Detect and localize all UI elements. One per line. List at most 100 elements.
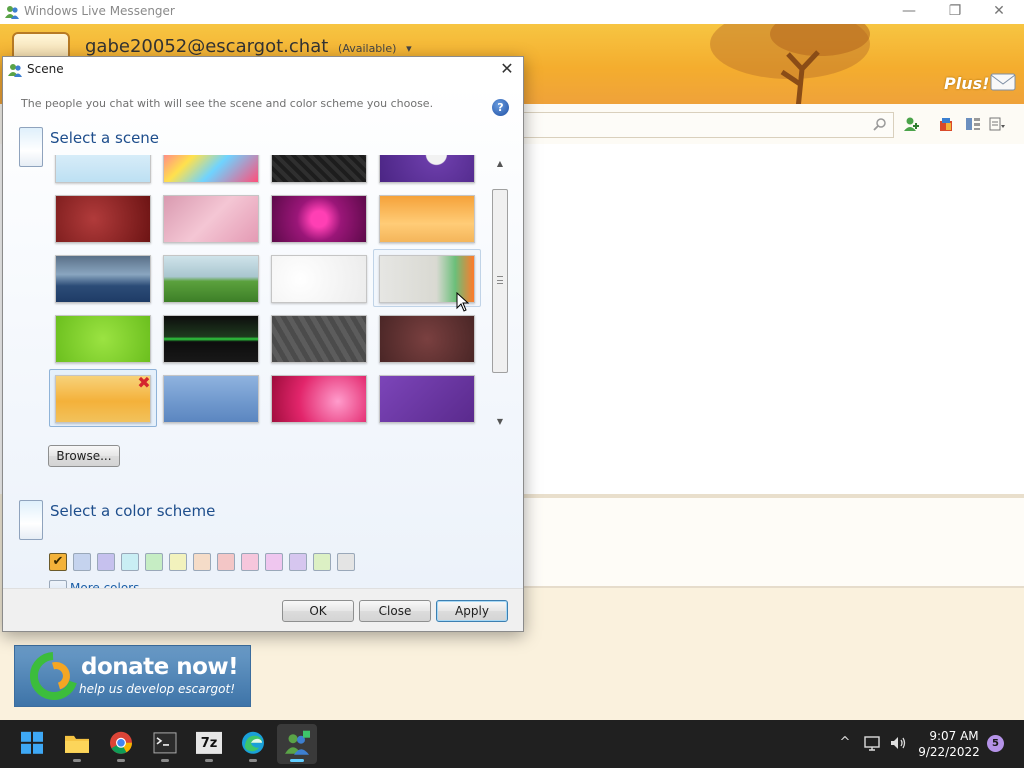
color-swatch-green[interactable] — [145, 553, 163, 571]
search-icon[interactable] — [872, 117, 888, 133]
terminal-icon — [153, 732, 177, 754]
scene-thumbnail-field[interactable] — [163, 255, 259, 303]
color-swatch-cyan[interactable] — [121, 553, 139, 571]
remove-scene-icon[interactable]: ✖ — [136, 375, 152, 391]
color-swatch-grey[interactable] — [337, 553, 355, 571]
color-swatch-lavender[interactable] — [97, 553, 115, 571]
volume-icon[interactable] — [889, 734, 907, 752]
scene-thumbnail-plane-sea[interactable] — [55, 255, 151, 303]
status-dropdown-icon[interactable]: ▾ — [406, 42, 412, 55]
start-icon — [20, 731, 44, 755]
mail-icon[interactable] — [990, 72, 1016, 92]
clock-date[interactable]: 9/22/2022 — [914, 745, 984, 759]
clock-time[interactable]: 9:07 AM — [924, 729, 984, 743]
show-menu-icon[interactable] — [988, 115, 1006, 133]
scroll-up-arrow[interactable]: ▲ — [493, 159, 507, 171]
color-swatch-blue[interactable] — [73, 553, 91, 571]
scene-heading: Select a scene — [50, 129, 160, 147]
scene-thumbnail-pink-burst[interactable] — [271, 375, 367, 423]
scene-thumbnail-white-circles[interactable] — [271, 255, 367, 303]
scene-thumbnail-blue-mountains[interactable] — [163, 375, 259, 423]
taskbar-edge-button[interactable] — [233, 724, 273, 764]
7zip-icon: 7z — [196, 731, 222, 754]
running-indicator — [161, 759, 169, 762]
tray-chevron-icon[interactable]: ^ — [836, 734, 854, 752]
close-button[interactable]: Close — [359, 600, 431, 622]
color-swatch-lime[interactable] — [313, 553, 331, 571]
scene-thumbnail-magenta-flower[interactable] — [271, 195, 367, 243]
donate-banner[interactable]: donate now! help us develop escargot! — [14, 645, 251, 707]
dialog-close-icon[interactable]: ✕ — [493, 58, 521, 82]
browse-button[interactable]: Browse... — [48, 445, 120, 467]
escargot-logo-icon — [29, 652, 77, 700]
scene-thumbnail-orange-grass[interactable] — [379, 195, 475, 243]
network-icon[interactable] — [863, 734, 881, 752]
scene-scrollbar[interactable]: ▲ ▼ — [491, 155, 509, 433]
mouse-cursor-icon — [456, 292, 470, 312]
taskbar-file-explorer-button[interactable] — [57, 724, 97, 764]
running-indicator — [290, 759, 304, 762]
window-title: Windows Live Messenger — [24, 4, 175, 18]
color-scheme-heading: Select a color scheme — [50, 502, 216, 520]
color-swatch-salmon[interactable] — [217, 553, 235, 571]
color-swatch-magenta[interactable] — [265, 553, 283, 571]
minimize-button[interactable]: — — [886, 0, 932, 24]
donate-headline: donate now! — [81, 654, 239, 680]
running-indicator — [249, 759, 257, 762]
color-swatch-orange[interactable]: ✔ — [49, 553, 67, 571]
dialog-title: Scene — [27, 62, 64, 76]
color-swatch-yellow[interactable] — [169, 553, 187, 571]
messenger-titlebar: Windows Live Messenger — ❐ ✕ — [0, 0, 1024, 24]
scene-thumbnail-brown-swirl[interactable] — [379, 315, 475, 363]
scene-thumbnail-dark-green[interactable] — [163, 315, 259, 363]
color-swatch-purple[interactable] — [289, 553, 307, 571]
layout-icon[interactable] — [964, 115, 982, 133]
scene-thumbnail-lime-dots[interactable] — [55, 315, 151, 363]
edge-icon — [241, 731, 265, 755]
messenger-icon — [283, 730, 311, 756]
notification-badge[interactable]: 5 — [987, 735, 1004, 752]
maximize-button[interactable]: ❐ — [932, 0, 978, 24]
file-explorer-icon — [64, 732, 90, 754]
dialog-titlebar[interactable]: Scene ✕ — [3, 57, 523, 83]
user-email: gabe20052@escargot.chat — [85, 36, 329, 57]
scene-thumbnail-skull[interactable] — [379, 155, 475, 183]
taskbar-messenger-button[interactable] — [277, 724, 317, 764]
dialog-footer: OK Close Apply — [3, 588, 523, 631]
add-contact-icon[interactable] — [903, 115, 921, 133]
messenger-app-icon — [5, 6, 19, 19]
taskbar-start-button[interactable] — [12, 724, 52, 764]
contact-search-input[interactable] — [520, 112, 894, 138]
scene-gallery — [47, 155, 482, 433]
scene-thumbnail-purple-floral[interactable] — [379, 375, 475, 423]
scroll-down-arrow[interactable]: ▼ — [493, 417, 507, 429]
running-indicator — [205, 759, 213, 762]
scene-thumbnail-pink-lace[interactable] — [163, 195, 259, 243]
user-display-name[interactable]: gabe20052@escargot.chat (Available) ▾ — [85, 36, 412, 57]
shop-bag-icon[interactable] — [937, 115, 955, 133]
color-section-icon — [19, 500, 43, 540]
scene-thumbnail-love[interactable] — [55, 195, 151, 243]
color-swatch-row: ✔ — [49, 553, 369, 573]
scene-thumbnail-pop-swirls[interactable] — [163, 155, 259, 183]
window-close-button[interactable]: ✕ — [976, 0, 1022, 24]
scene-thumbnail-hex-grey[interactable] — [271, 315, 367, 363]
running-indicator — [117, 759, 125, 762]
checkmark-icon: ✔ — [52, 554, 64, 569]
color-swatch-peach[interactable] — [193, 553, 211, 571]
scene-thumbnail-dark-pattern[interactable] — [271, 155, 367, 183]
scroll-thumb[interactable] — [492, 189, 508, 373]
taskbar-chrome-button[interactable] — [101, 724, 141, 764]
dialog-description: The people you chat with will see the sc… — [21, 97, 434, 110]
plus-logo[interactable]: Plus! — [944, 74, 989, 93]
ok-button[interactable]: OK — [282, 600, 354, 622]
status-text: (Available) — [338, 42, 397, 55]
taskbar-terminal-button[interactable] — [145, 724, 185, 764]
color-swatch-pink[interactable] — [241, 553, 259, 571]
running-indicator — [73, 759, 81, 762]
scene-thumbnail-sky[interactable] — [55, 155, 151, 183]
scroll-grip-icon — [497, 276, 503, 284]
apply-button[interactable]: Apply — [436, 600, 508, 622]
help-icon[interactable]: ? — [492, 99, 509, 116]
taskbar-7zip-button[interactable]: 7z — [189, 724, 229, 764]
